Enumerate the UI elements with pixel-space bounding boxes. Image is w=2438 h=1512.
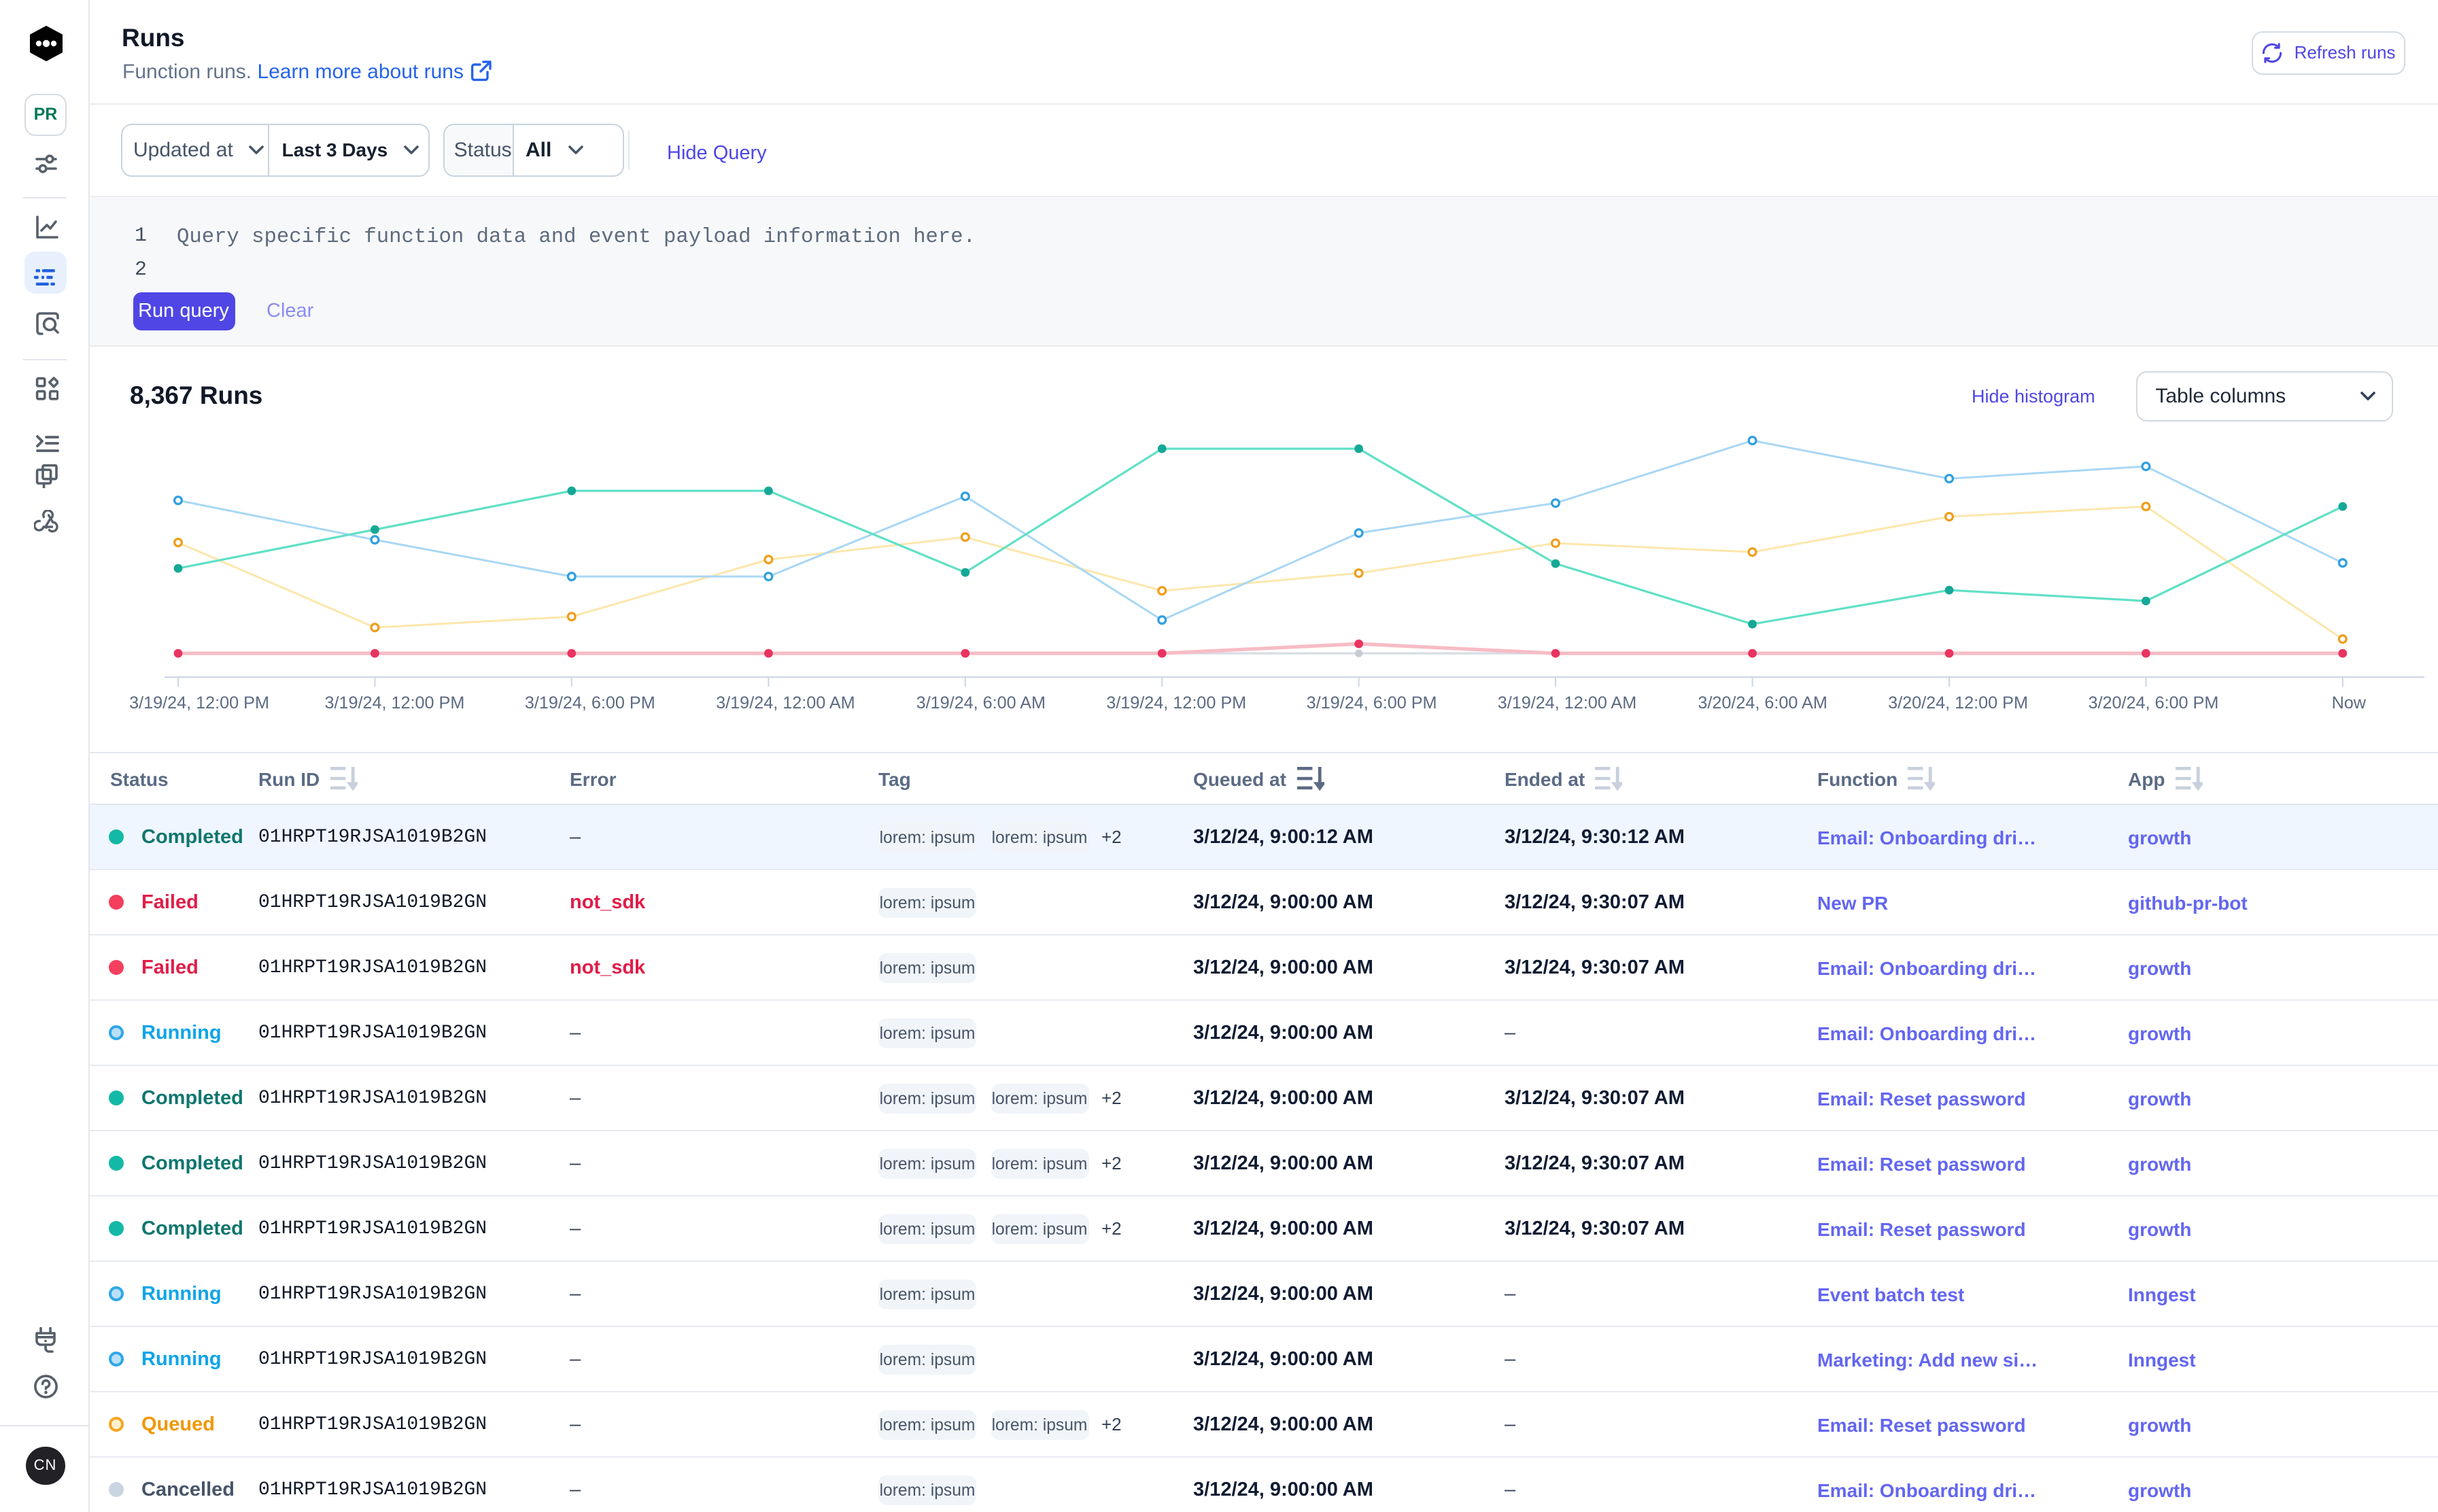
svg-text:3/20/24, 6:00 AM: 3/20/24, 6:00 AM — [1698, 693, 1827, 712]
svg-text:3/19/24, 12:00 PM: 3/19/24, 12:00 PM — [129, 693, 269, 712]
svg-text:3/20/24, 6:00 PM: 3/20/24, 6:00 PM — [2088, 693, 2218, 712]
svg-text:3/19/24, 6:00 PM: 3/19/24, 6:00 PM — [1307, 693, 1437, 712]
svg-text:Now: Now — [2332, 693, 2367, 712]
svg-text:3/19/24, 12:00 PM: 3/19/24, 12:00 PM — [1106, 693, 1246, 712]
svg-text:3/19/24, 12:00 AM: 3/19/24, 12:00 AM — [716, 693, 855, 712]
svg-text:3/20/24, 12:00 PM: 3/20/24, 12:00 PM — [1888, 693, 2028, 712]
svg-text:3/19/24, 12:00 PM: 3/19/24, 12:00 PM — [324, 693, 464, 712]
svg-text:3/19/24, 6:00 PM: 3/19/24, 6:00 PM — [525, 693, 655, 712]
svg-text:3/19/24, 12:00 AM: 3/19/24, 12:00 AM — [1498, 693, 1636, 712]
svg-text:3/19/24, 6:00 AM: 3/19/24, 6:00 AM — [916, 693, 1046, 712]
